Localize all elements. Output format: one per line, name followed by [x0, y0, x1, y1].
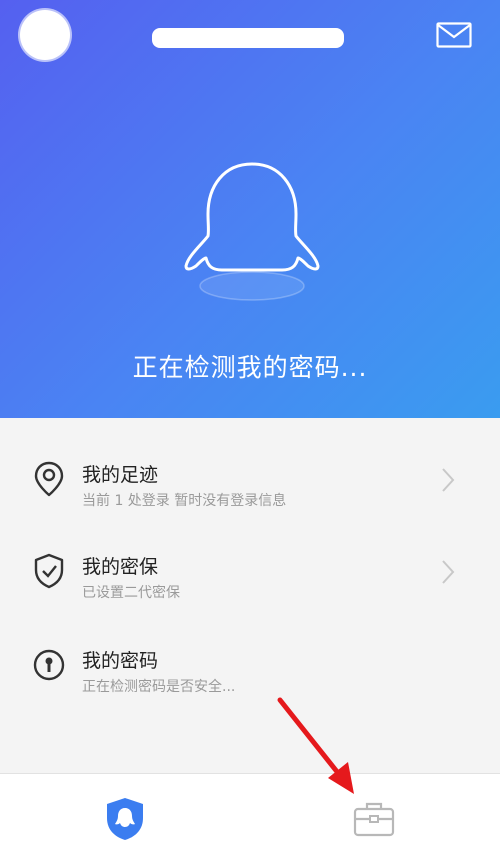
- security-menu-list: 我的足迹 当前 1 处登录 暂时没有登录信息 我的密保 已设置二代密保 我的密码…: [0, 418, 500, 773]
- mail-icon[interactable]: [436, 22, 472, 48]
- qq-shield-icon[interactable]: [104, 796, 146, 842]
- chevron-right-icon: [442, 468, 455, 492]
- menu-item-security-question[interactable]: 我的密保 已设置二代密保: [0, 522, 500, 614]
- avatar[interactable]: [20, 10, 70, 60]
- hero-panel: 正在检测我的密码...: [0, 0, 500, 418]
- menu-item-title: 我的密保: [82, 556, 159, 578]
- location-pin-icon: [34, 461, 64, 497]
- redacted-username: [152, 28, 344, 48]
- chevron-right-icon: [442, 560, 455, 584]
- menu-item-password[interactable]: 我的密码 正在检测密码是否安全...: [0, 616, 500, 708]
- menu-item-title: 我的足迹: [82, 464, 159, 486]
- keyhole-icon: [33, 649, 65, 681]
- shield-check-icon: [34, 553, 64, 589]
- bottom-tab-bar: [0, 773, 500, 861]
- detection-status-text: 正在检测我的密码...: [132, 353, 368, 382]
- menu-item-subtitle: 当前 1 处登录 暂时没有登录信息: [82, 493, 287, 509]
- menu-item-subtitle: 正在检测密码是否安全...: [82, 679, 236, 695]
- menu-item-title: 我的密码: [82, 650, 159, 672]
- toolbox-icon[interactable]: [352, 800, 396, 838]
- annotation-arrow-icon: [277, 697, 354, 794]
- menu-item-footprint[interactable]: 我的足迹 当前 1 处登录 暂时没有登录信息: [0, 430, 500, 522]
- qq-penguin-icon: [184, 162, 320, 301]
- menu-item-subtitle: 已设置二代密保: [82, 585, 180, 601]
